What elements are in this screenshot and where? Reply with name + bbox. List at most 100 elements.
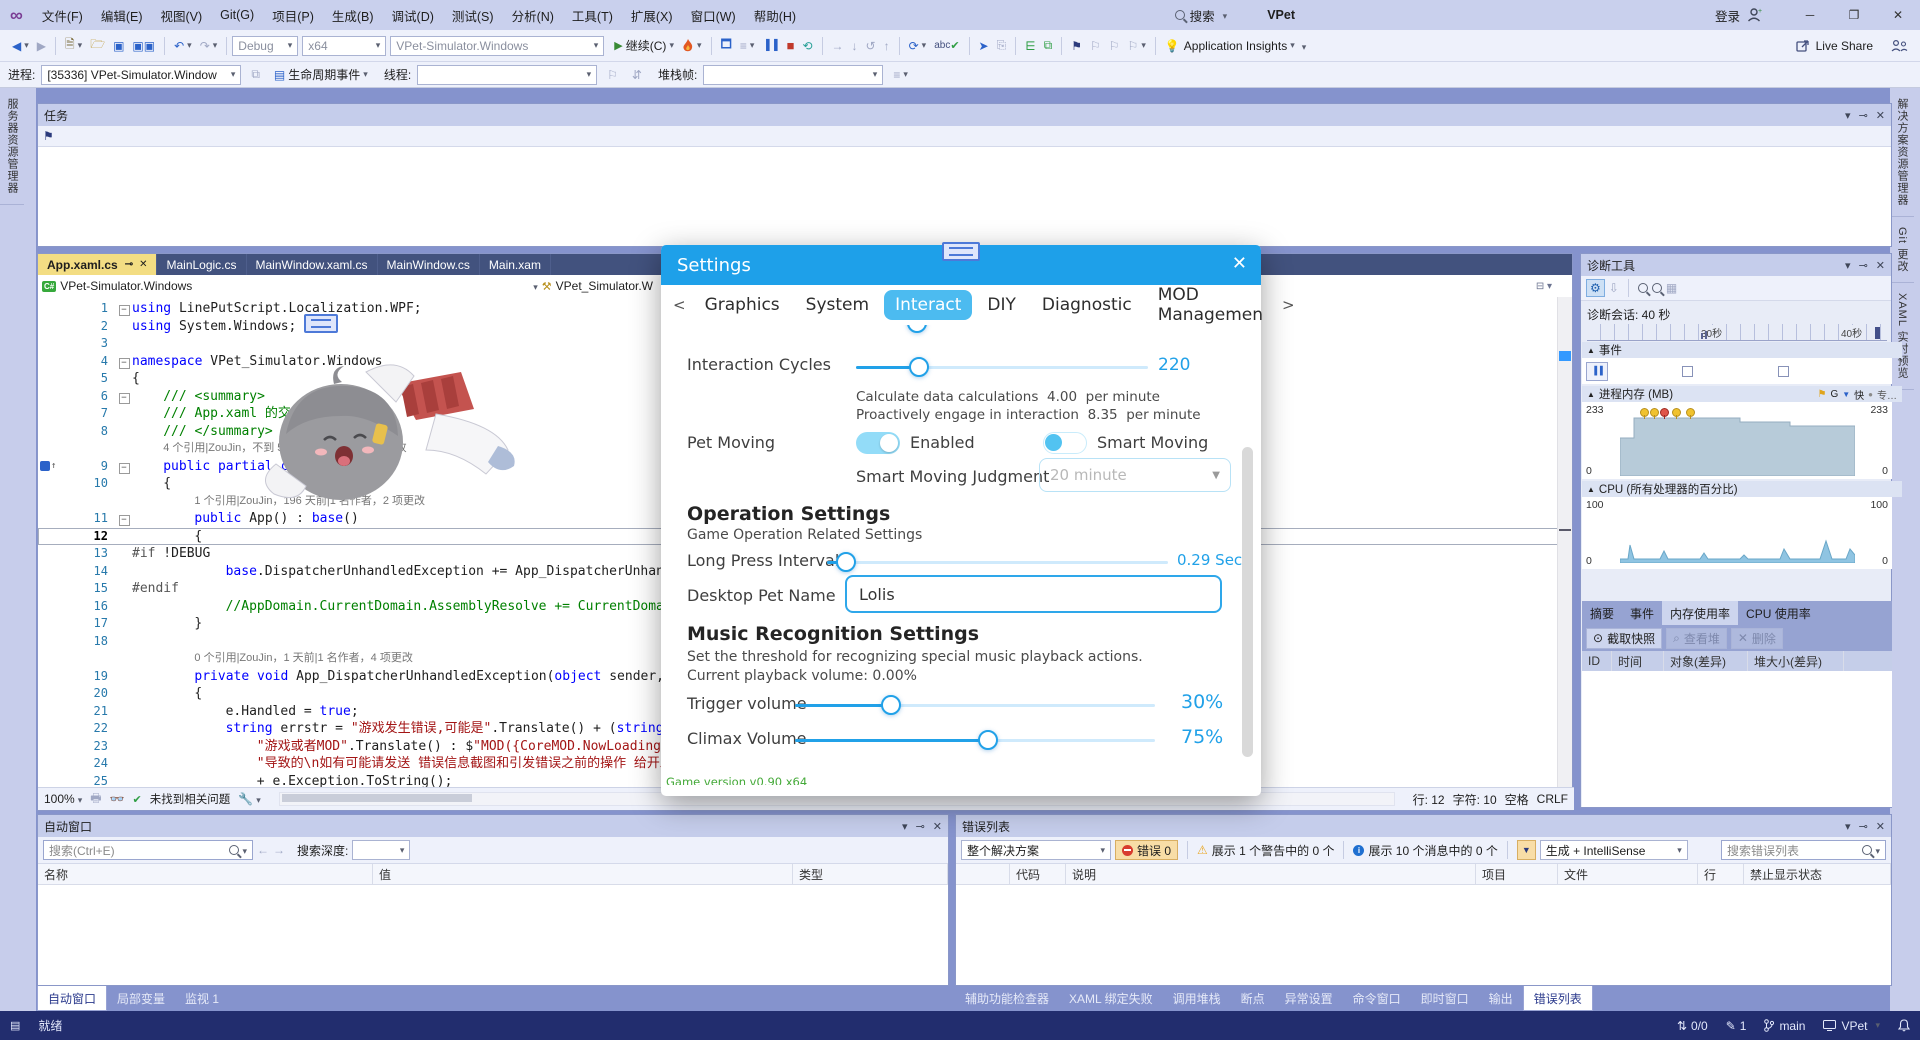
solution-platform-dropdown[interactable]: x64 (302, 36, 386, 56)
column-header[interactable]: 对象(差异) (1664, 651, 1748, 671)
sign-in-button[interactable]: 登录 (1715, 6, 1740, 25)
column-header[interactable]: 名称 (38, 864, 373, 884)
column-header[interactable]: 堆大小(差异) (1748, 651, 1844, 671)
diagnostics-tab[interactable]: 摘要 (1582, 601, 1622, 625)
printer-icon[interactable]: 🖶 (90, 789, 101, 810)
pin-icon[interactable]: ⊸ (916, 820, 925, 833)
autos-search-input[interactable]: 搜索(Ctrl+E) (43, 840, 253, 860)
settings-gear-icon[interactable]: ⚙ (1586, 279, 1605, 297)
close-icon[interactable]: ✕ (933, 820, 942, 833)
dialog-tab-diy[interactable]: DIY (976, 290, 1027, 320)
zoom-reset-icon[interactable] (1652, 283, 1662, 293)
fold-collapse-icon[interactable]: − (119, 393, 130, 404)
save-all-button[interactable]: ▣▣ (128, 37, 159, 55)
memory-chart[interactable]: 233 233 0 0 (1582, 402, 1892, 479)
cursor-tool-button[interactable]: ➤ (975, 37, 993, 55)
application-insights-button[interactable]: 💡Application Insights (1161, 37, 1299, 55)
next-bookmark-button[interactable]: ⚐ (1105, 37, 1124, 55)
column-header[interactable]: 禁止显示状态 (1744, 864, 1891, 884)
close-icon[interactable]: ✕ (1876, 820, 1885, 833)
dialog-drag-handle[interactable] (942, 242, 980, 261)
menu-item[interactable]: Git(G) (211, 4, 263, 26)
panel-tab[interactable]: 即时窗口 (1411, 986, 1479, 1011)
break-all-button[interactable]: ▐▐ (758, 38, 782, 53)
step-into-button[interactable]: → (828, 37, 848, 55)
chart-icon[interactable]: ▦ (1666, 281, 1677, 295)
document-tab[interactable]: MainWindow.cs (378, 254, 480, 275)
menu-item[interactable]: 视图(V) (151, 2, 211, 29)
toolbar-overflow-icon[interactable] (1299, 39, 1307, 53)
cpu-section-header[interactable]: ▲CPU (所有处理器的百分比) (1582, 481, 1902, 497)
menu-item[interactable]: 调试(D) (383, 2, 443, 29)
clipped-slider-knob[interactable] (907, 325, 927, 333)
panel-tab[interactable]: 异常设置 (1275, 986, 1343, 1011)
live-share-button[interactable]: Live Share (1792, 37, 1877, 55)
live-share-people-icon[interactable] (1891, 39, 1908, 52)
smart-moving-toggle[interactable] (1043, 432, 1087, 454)
diagnostics-button[interactable]: ⊙截取快照 (1586, 628, 1662, 649)
memory-snapshot-pin-red[interactable] (1660, 408, 1669, 417)
undo-button[interactable]: ↶ (170, 37, 196, 55)
pending-changes-button[interactable]: ✎1 (1726, 1019, 1747, 1033)
process-dropdown[interactable]: [35336] VPet-Simulator.Window (41, 65, 241, 85)
pin-icon[interactable]: ⊸ (1859, 109, 1868, 122)
sidebar-item-server-explorer[interactable]: 服务器资源管理器 (0, 88, 24, 205)
clear-bookmarks-button[interactable]: ⚐ (1124, 37, 1150, 55)
fold-collapse-icon[interactable]: − (119, 358, 130, 369)
breadcrumb-namespace[interactable]: VPet_Simulator.W (556, 279, 653, 293)
task-flag-icon[interactable]: ⚑ (43, 129, 54, 143)
pause-events-button[interactable]: ▐▐ (1586, 362, 1608, 381)
restore-button[interactable]: ❐ (1832, 8, 1876, 22)
climax-volume-slider[interactable] (795, 739, 1155, 742)
bookmark-button[interactable]: ⚑ (1067, 37, 1086, 55)
dialog-close-icon[interactable]: ✕ (1232, 253, 1247, 274)
menu-item[interactable]: 编辑(E) (92, 2, 152, 29)
fold-collapse-icon[interactable]: − (119, 463, 130, 474)
error-scope-dropdown[interactable]: 整个解决方案 (961, 840, 1111, 860)
zoom-in-icon[interactable] (1638, 283, 1648, 293)
dialog-scrollbar[interactable] (1242, 447, 1253, 757)
sidebar-item[interactable]: 解决方案资源管理器 (1890, 88, 1914, 217)
tabs-scroll-left-icon[interactable]: < (669, 296, 690, 314)
pin-icon[interactable]: ⊸ (1859, 820, 1868, 833)
step-out-button[interactable]: ↺ (862, 37, 880, 55)
stop-debugging-button[interactable]: ■ (783, 36, 799, 55)
long-press-slider[interactable] (827, 561, 1168, 564)
restart-button[interactable]: ⟲ (798, 37, 816, 55)
window-layout-button[interactable]: ≡ (736, 37, 759, 55)
flag-threads-icon[interactable]: ⚐ (603, 66, 622, 84)
column-header[interactable] (956, 864, 1010, 884)
window-menu-icon[interactable]: ▾ (1845, 109, 1851, 122)
panel-tab[interactable]: 断点 (1231, 986, 1275, 1011)
startup-project-dropdown[interactable]: VPet-Simulator.Windows (390, 36, 604, 56)
build-intellisense-dropdown[interactable]: 生成 + IntelliSense (1540, 840, 1688, 860)
fix-dropdown[interactable]: 🔧 (238, 792, 260, 806)
search-next-icon[interactable]: → (273, 843, 285, 857)
dialog-tab-interact[interactable]: Interact (884, 290, 972, 320)
step-up-button[interactable]: ↑ (880, 37, 894, 55)
menu-item[interactable]: 生成(B) (323, 2, 383, 29)
diagnostics-tab[interactable]: 事件 (1622, 601, 1662, 625)
hot-reload-button[interactable] (678, 37, 706, 55)
tabs-scroll-right-icon[interactable]: > (1278, 296, 1299, 314)
memory-snapshot-pin[interactable] (1640, 408, 1649, 417)
memory-snapshot-pin[interactable] (1672, 408, 1681, 417)
git-sync-button[interactable]: ⇅0/0 (1677, 1019, 1708, 1033)
memory-snapshot-pin[interactable] (1650, 408, 1659, 417)
warnings-filter-button[interactable]: ⚠展示 1 个警告中的 0 个 (1197, 842, 1334, 859)
menu-item[interactable]: 测试(S) (443, 2, 503, 29)
save-button[interactable]: ▣ (109, 37, 128, 55)
breadcrumb-project[interactable]: VPet-Simulator.Windows (60, 279, 530, 293)
user-account-icon[interactable]: + (1746, 8, 1762, 22)
memory-snapshot-pin[interactable] (1686, 408, 1695, 417)
close-icon[interactable]: ✕ (139, 259, 147, 270)
redo-button[interactable]: ↷ (196, 37, 222, 55)
column-header[interactable]: 文件 (1558, 864, 1698, 884)
frames-icon[interactable]: ⇵ (628, 66, 646, 84)
trigger-volume-slider[interactable] (795, 704, 1155, 707)
export-icon[interactable]: ⇩ (1609, 281, 1619, 295)
pet-name-input[interactable]: Lolis (845, 575, 1222, 613)
chevron-down-icon[interactable] (530, 279, 538, 293)
close-icon[interactable]: ✕ (1876, 109, 1885, 122)
panel-tab[interactable]: 局部变量 (107, 986, 175, 1011)
